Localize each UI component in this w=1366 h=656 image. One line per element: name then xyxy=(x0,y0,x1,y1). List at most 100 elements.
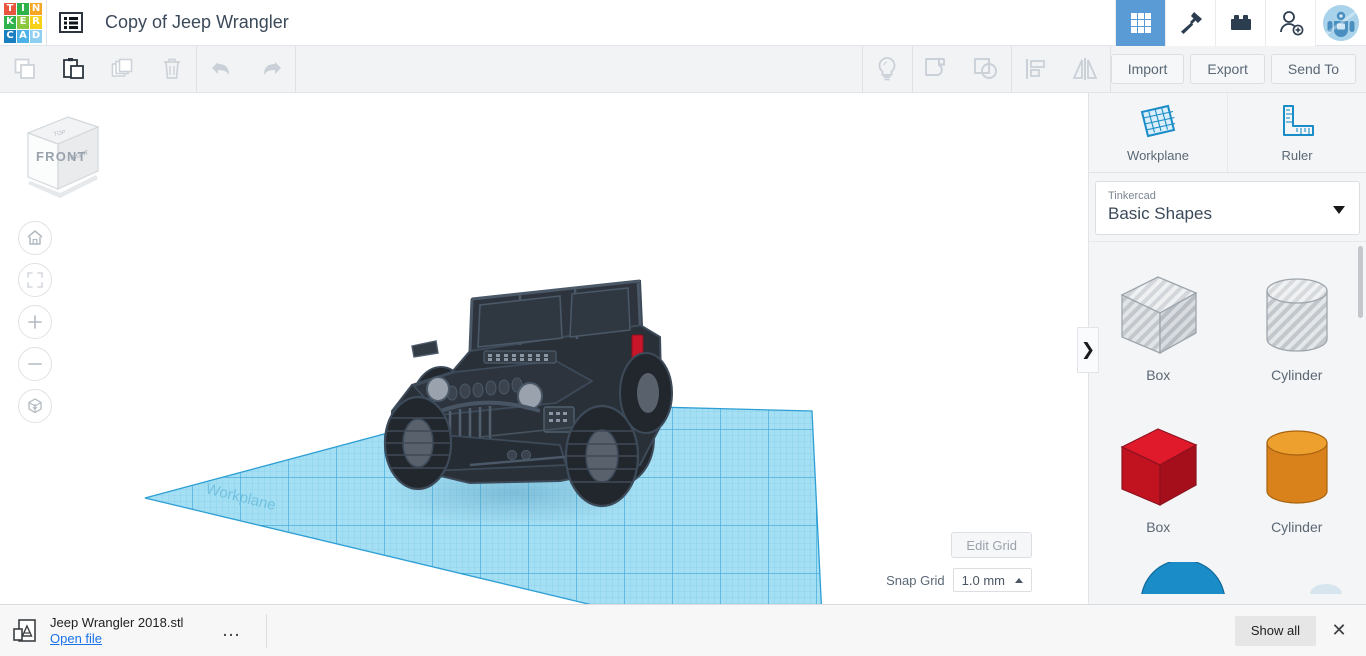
ruler-tool-label: Ruler xyxy=(1281,148,1313,163)
view-tools-group xyxy=(863,46,912,93)
send-to-button[interactable]: Send To xyxy=(1270,54,1356,84)
zoom-out-button[interactable] xyxy=(18,347,52,381)
shape-cylinder-orange[interactable]: Cylinder xyxy=(1228,402,1366,554)
delete-icon xyxy=(163,58,180,79)
bottom-bar-divider xyxy=(266,613,268,648)
fit-view-button[interactable] xyxy=(18,263,52,297)
hammer-icon xyxy=(1180,11,1202,34)
logo-tile-r: R xyxy=(30,16,42,29)
user-avatar-button[interactable] xyxy=(1315,0,1366,46)
library-owner: Tinkercad xyxy=(1108,190,1156,202)
tinkercad-app: TINKERCAD Copy of Jeep Wrangler Import E… xyxy=(0,0,1366,656)
group-button[interactable] xyxy=(913,46,962,93)
undo-icon xyxy=(211,62,229,75)
toolbar-actions: Import Export Send To xyxy=(1110,54,1366,84)
redo-button[interactable] xyxy=(246,46,295,93)
duplicate-button[interactable] xyxy=(98,46,147,93)
undo-button[interactable] xyxy=(197,46,246,93)
shape-library-select-wrap: Tinkercad Basic Shapes xyxy=(1089,173,1366,241)
download-text: Jeep Wrangler 2018.stl Open file xyxy=(50,615,183,646)
ungroup-icon xyxy=(974,58,998,79)
tinkercad-logo[interactable]: TIN KER CAD xyxy=(0,0,46,46)
shape-cylinder-hole[interactable]: Cylinder xyxy=(1228,250,1366,402)
ungroup-button[interactable] xyxy=(962,46,1011,93)
ruler-icon xyxy=(1283,105,1314,136)
avatar xyxy=(1323,4,1359,41)
group-tools-group xyxy=(913,46,1011,93)
shape-box-hole[interactable]: Box xyxy=(1089,250,1228,402)
mirror-icon xyxy=(1072,58,1098,80)
logo-tile-d: D xyxy=(30,29,42,43)
shape-label: Cylinder xyxy=(1271,519,1323,535)
copy-button[interactable] xyxy=(0,46,49,93)
mirror-button[interactable] xyxy=(1061,46,1110,93)
shape-partial-right[interactable] xyxy=(1304,574,1348,594)
panel-collapse-handle[interactable]: ❯ xyxy=(1077,327,1099,373)
shape-list[interactable]: Box Cylinder Box Cylinder xyxy=(1089,241,1366,594)
edit-grid-button[interactable]: Edit Grid xyxy=(951,532,1032,558)
file-download-icon xyxy=(13,618,36,642)
minus-icon xyxy=(28,363,42,365)
shape-sphere-blue-partial[interactable] xyxy=(1137,562,1229,594)
shape-label: Box xyxy=(1146,519,1171,535)
paste-button[interactable] xyxy=(49,46,98,93)
logo-tile-k: K xyxy=(4,16,16,29)
import-button[interactable]: Import xyxy=(1110,54,1185,84)
delete-button[interactable] xyxy=(147,46,196,93)
logo-tile-e: E xyxy=(17,16,29,29)
zoom-in-button[interactable] xyxy=(18,305,52,339)
grid-icon xyxy=(1130,12,1151,33)
snap-grid-select[interactable]: 1.0 mm xyxy=(952,568,1032,592)
workplane-icon xyxy=(1140,104,1176,138)
shape-label: Cylinder xyxy=(1271,367,1323,383)
shape-list-scrollbar[interactable] xyxy=(1358,246,1363,318)
history-tools-group xyxy=(197,46,295,93)
app-header: TIN KER CAD Copy of Jeep Wrangler xyxy=(0,0,1366,46)
perspective-toggle-button[interactable] xyxy=(18,389,52,423)
download-bar: Jeep Wrangler 2018.stl Open file … Show … xyxy=(0,604,1366,656)
workplane-tool-label: Workplane xyxy=(1127,148,1189,163)
export-button[interactable]: Export xyxy=(1190,54,1265,84)
download-item: Jeep Wrangler 2018.stl Open file … xyxy=(0,615,242,646)
nav-grid-icon-button[interactable] xyxy=(1115,0,1165,46)
nav-hammer-icon-button[interactable] xyxy=(1165,0,1215,46)
lightbulb-button[interactable] xyxy=(863,46,912,93)
edit-tools-group xyxy=(0,46,196,93)
nav-brick-icon-button[interactable] xyxy=(1215,0,1265,46)
download-more-button[interactable]: … xyxy=(221,621,242,640)
paste-icon xyxy=(62,58,84,79)
library-collection: Basic Shapes xyxy=(1108,204,1212,223)
logo-tile-t: T xyxy=(4,2,16,16)
viewport-3d[interactable]: Workplane TOP RIGHT FRONT Edit Grid Snap… xyxy=(0,93,1088,604)
edit-grid-wrap: Edit Grid xyxy=(951,532,1032,558)
right-panel: Workplane Ruler Tinkercad Basic Shapes B… xyxy=(1088,93,1366,604)
fit-frame-icon xyxy=(27,272,43,288)
view-cube[interactable]: TOP RIGHT FRONT xyxy=(20,111,104,201)
close-icon[interactable]: ✕ xyxy=(1326,618,1352,644)
shape-box-red[interactable]: Box xyxy=(1089,402,1228,554)
lightbulb-icon xyxy=(878,57,896,81)
shape-grid: Box Cylinder Box Cylinder xyxy=(1089,242,1366,554)
jeep-wrangler-model xyxy=(383,279,673,508)
document-list-icon[interactable] xyxy=(47,0,95,46)
show-all-button[interactable]: Show all xyxy=(1234,615,1316,646)
ruler-tool-button[interactable]: Ruler xyxy=(1227,93,1366,172)
snap-grid-row: Snap Grid 1.0 mm xyxy=(886,568,1032,592)
nav-add-user-icon-button[interactable] xyxy=(1265,0,1315,46)
header-nav xyxy=(1115,0,1366,46)
logo-tile-c: C xyxy=(4,29,16,43)
home-view-button[interactable] xyxy=(18,221,52,255)
workplane-tool-button[interactable]: Workplane xyxy=(1089,93,1227,172)
download-file-name: Jeep Wrangler 2018.stl xyxy=(50,615,184,630)
viewport-nav-buttons xyxy=(18,221,52,431)
shape-library-select[interactable]: Tinkercad Basic Shapes xyxy=(1095,181,1360,235)
align-button[interactable] xyxy=(1012,46,1061,93)
add-user-icon xyxy=(1279,10,1303,35)
panel-tools: Workplane Ruler xyxy=(1089,93,1366,173)
logo-tile-a: A xyxy=(17,29,29,43)
main-toolbar: Import Export Send To xyxy=(0,45,1366,93)
chevron-down-icon xyxy=(1333,206,1345,214)
open-file-link[interactable]: Open file xyxy=(50,631,183,646)
duplicate-icon xyxy=(111,58,132,77)
